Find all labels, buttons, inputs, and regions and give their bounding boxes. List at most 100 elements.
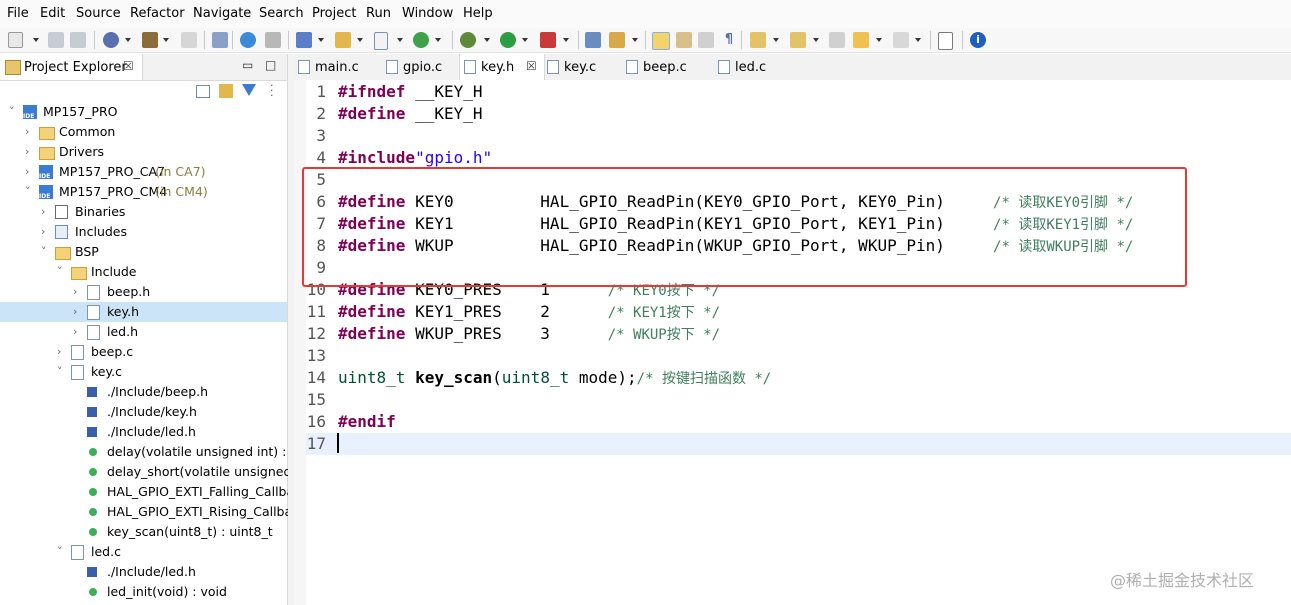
pilcrow-icon[interactable]: ¶ bbox=[721, 32, 737, 48]
tree-item[interactable]: HAL_GPIO_EXTI_Falling_Callbac bbox=[0, 482, 301, 502]
tree-item[interactable]: ˅ MP157_PRO bbox=[0, 102, 287, 127]
chevron-down-icon[interactable] bbox=[773, 38, 779, 42]
tree-item[interactable]: delay(volatile unsigned int) : vc bbox=[0, 442, 305, 462]
menu-project[interactable]: Project bbox=[312, 6, 356, 21]
chevron-down-icon[interactable]: ˅ bbox=[57, 262, 67, 282]
menu-edit[interactable]: Edit bbox=[40, 6, 65, 21]
bug-icon[interactable] bbox=[460, 32, 476, 48]
chevron-right-icon[interactable]: › bbox=[25, 162, 35, 182]
code-line[interactable]: 14 uint8_t key_scan(uint8_t mode);/* 按键扫描… bbox=[306, 367, 1291, 389]
close-icon[interactable]: ☒ bbox=[526, 59, 537, 73]
chevron-right-icon[interactable]: › bbox=[73, 282, 83, 302]
chevron-down-icon[interactable] bbox=[876, 38, 882, 42]
tab-main-c[interactable]: main.c bbox=[294, 54, 382, 80]
hammer-icon[interactable] bbox=[142, 32, 158, 48]
menu-search[interactable]: Search bbox=[259, 6, 304, 21]
code-line[interactable]: 11 #define KEY1_PRES 2 /* KEY1按下 */ bbox=[306, 301, 1291, 323]
tree-item[interactable]: › led.h bbox=[0, 322, 287, 342]
chevron-down-icon[interactable]: ˅ bbox=[41, 242, 51, 262]
menu-refactor[interactable]: Refactor bbox=[130, 6, 185, 21]
tab-led-c[interactable]: led.c bbox=[714, 54, 788, 80]
tree-item[interactable]: › beep.c bbox=[0, 342, 287, 362]
menu-navigate[interactable]: Navigate bbox=[193, 6, 251, 21]
menu-window[interactable]: Window bbox=[402, 6, 453, 21]
tree-item[interactable]: ˅ MP157_PRO_CM4 (in CM4) bbox=[0, 182, 287, 207]
new-icon[interactable] bbox=[8, 32, 23, 48]
menu-source[interactable]: Source bbox=[76, 6, 121, 21]
code-line[interactable]: 10 #define KEY0_PRES 1 /* KEY0按下 */ bbox=[306, 279, 1291, 301]
chevron-right-icon[interactable]: › bbox=[41, 202, 51, 222]
filter-icon[interactable] bbox=[242, 84, 256, 96]
info-icon[interactable]: i bbox=[970, 32, 986, 48]
link-with-editor-icon[interactable] bbox=[219, 84, 233, 98]
open-perspective-icon[interactable] bbox=[938, 32, 953, 50]
tree-item[interactable]: ./Include/beep.h bbox=[0, 382, 287, 402]
code-line[interactable]: 12 #define WKUP_PRES 3 /* WKUP按下 */ bbox=[306, 323, 1291, 345]
back-icon[interactable] bbox=[853, 32, 869, 48]
code-line[interactable]: 16 #endif bbox=[306, 411, 1291, 433]
save-icon[interactable] bbox=[48, 32, 64, 48]
code-line[interactable]: 5 bbox=[306, 169, 1291, 191]
tree-item[interactable]: › beep.h bbox=[0, 282, 287, 302]
tab-gpio-c[interactable]: gpio.c bbox=[382, 54, 459, 80]
code-line[interactable]: 4 #include"gpio.h" bbox=[306, 147, 1291, 169]
tree-item[interactable]: ˅ Include bbox=[0, 262, 287, 282]
tree-item[interactable]: › key.h bbox=[0, 302, 287, 322]
close-icon[interactable]: ☒ bbox=[123, 59, 134, 73]
build-config-icon[interactable] bbox=[103, 32, 119, 48]
open-type-icon[interactable] bbox=[585, 32, 601, 48]
chevron-right-icon[interactable]: › bbox=[73, 322, 83, 342]
chevron-down-icon[interactable] bbox=[813, 38, 819, 42]
view-menu-icon[interactable]: · · · bbox=[270, 80, 274, 101]
chevron-down-icon[interactable]: ˅ bbox=[57, 362, 67, 382]
code-line[interactable]: 15 bbox=[306, 389, 1291, 411]
refresh-icon[interactable] bbox=[413, 32, 429, 48]
tree-item[interactable]: HAL_GPIO_EXTI_Rising_Callbac bbox=[0, 502, 299, 522]
menu-file[interactable]: File bbox=[7, 6, 29, 21]
chevron-down-icon[interactable] bbox=[33, 38, 39, 42]
search-icon[interactable] bbox=[609, 32, 625, 48]
code-line[interactable]: 3 bbox=[306, 125, 1291, 147]
chevron-down-icon[interactable] bbox=[318, 38, 324, 42]
chevron-down-icon[interactable] bbox=[522, 38, 528, 42]
collapse-all-icon[interactable] bbox=[196, 85, 210, 98]
minimize-icon[interactable]: ▭ bbox=[242, 58, 253, 72]
maximize-icon[interactable]: □ bbox=[265, 58, 276, 72]
code-line[interactable]: 13 bbox=[306, 345, 1291, 367]
tree-item[interactable]: › Includes bbox=[0, 222, 287, 242]
menu-run[interactable]: Run bbox=[366, 6, 391, 21]
code-line[interactable]: 6 #define KEY0 HAL_GPIO_ReadPin(KEY0_GPIO… bbox=[306, 191, 1291, 213]
binary-icon[interactable] bbox=[181, 32, 197, 48]
tab-beep-c[interactable]: beep.c bbox=[622, 54, 714, 80]
external-tools-icon[interactable] bbox=[540, 32, 556, 48]
prev-annotation-icon[interactable] bbox=[790, 32, 806, 48]
chevron-down-icon[interactable] bbox=[563, 38, 569, 42]
tree-item[interactable]: ˅ key.c bbox=[0, 362, 287, 382]
chevron-right-icon[interactable]: › bbox=[25, 142, 35, 162]
tree-item[interactable]: › MP157_PRO_CA7 (in CA7) bbox=[0, 162, 287, 187]
tree-item[interactable]: › Binaries bbox=[0, 202, 287, 222]
new-file-icon[interactable] bbox=[374, 32, 388, 50]
chevron-right-icon[interactable]: › bbox=[57, 342, 67, 362]
folder-icon[interactable] bbox=[335, 32, 351, 48]
tree-item[interactable]: ./Include/led.h bbox=[0, 422, 287, 442]
chevron-down-icon[interactable] bbox=[484, 38, 490, 42]
chevron-down-icon[interactable] bbox=[632, 38, 638, 42]
tree-item[interactable]: ˅ BSP bbox=[0, 242, 287, 262]
globe-icon[interactable] bbox=[240, 32, 256, 48]
chevron-down-icon[interactable] bbox=[357, 38, 363, 42]
tree-item[interactable]: key_scan(uint8_t) : uint8_t bbox=[0, 522, 287, 542]
save-all-icon[interactable] bbox=[70, 32, 86, 48]
code-line[interactable]: 1 #ifndef __KEY_H bbox=[306, 81, 1291, 103]
tree-item[interactable]: ./Include/led.h bbox=[0, 562, 287, 582]
forward-icon[interactable] bbox=[893, 32, 909, 48]
chevron-down-icon[interactable]: ˅ bbox=[57, 542, 67, 562]
chevron-down-icon[interactable]: ˅ bbox=[9, 102, 19, 122]
chevron-right-icon[interactable]: › bbox=[41, 222, 51, 242]
chevron-down-icon[interactable] bbox=[435, 38, 441, 42]
code-line[interactable]: 7 #define KEY1 HAL_GPIO_ReadPin(KEY1_GPIO… bbox=[306, 213, 1291, 235]
chevron-down-icon[interactable]: ˅ bbox=[25, 182, 35, 202]
tree-item[interactable]: › Drivers bbox=[0, 142, 287, 162]
tree-item[interactable]: ˅ led.c bbox=[0, 542, 287, 562]
chevron-down-icon[interactable] bbox=[125, 38, 131, 42]
